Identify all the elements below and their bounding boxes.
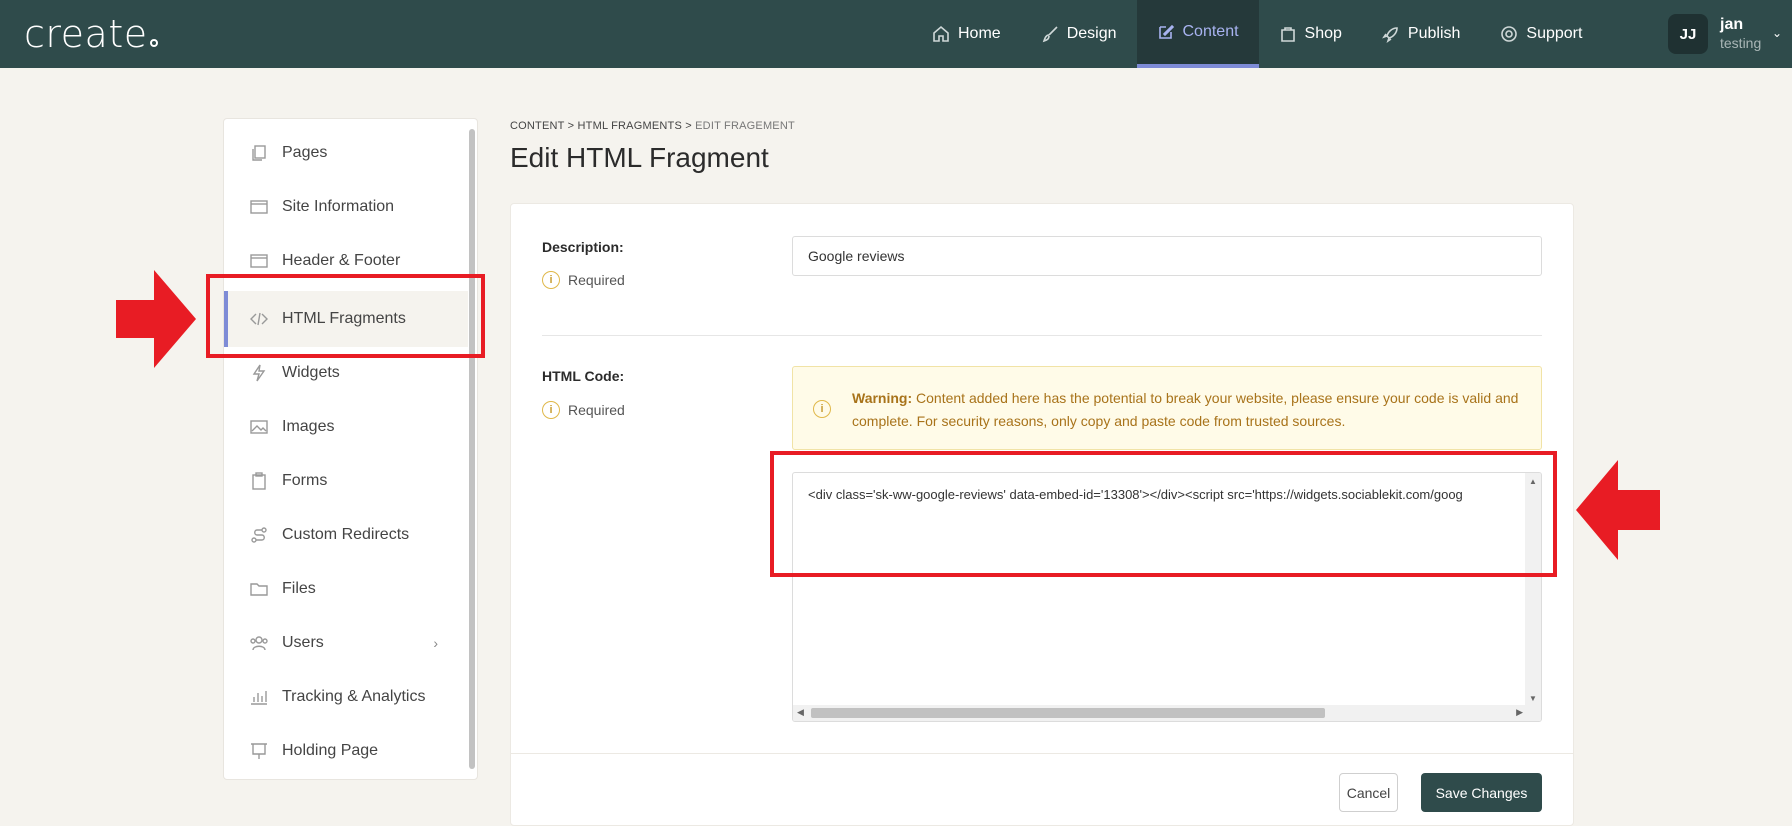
resize-handle-icon[interactable] bbox=[1525, 705, 1541, 721]
sidebar-item-label: Pages bbox=[282, 144, 328, 161]
clipboard-icon bbox=[252, 472, 266, 490]
arrow-right-icon bbox=[116, 270, 196, 368]
sidebar-item-forms[interactable]: Forms bbox=[224, 453, 468, 509]
info-icon: i bbox=[542, 401, 560, 419]
info-icon: i bbox=[813, 400, 831, 418]
breadcrumb-separator: > bbox=[567, 120, 575, 132]
nav-shop-label: Shop bbox=[1304, 25, 1342, 42]
sidebar-item-label: Widgets bbox=[282, 364, 340, 381]
avatar: JJ bbox=[1668, 14, 1708, 54]
annotation-highlight-box bbox=[770, 451, 1557, 577]
sidebar-item-label: Custom Redirects bbox=[282, 526, 410, 543]
divider bbox=[542, 335, 1542, 336]
sidebar-item-pages[interactable]: Pages bbox=[224, 125, 468, 181]
breadcrumb-html-fragments[interactable]: HTML FRAGMENTS bbox=[578, 120, 682, 132]
html-code-label: HTML Code: bbox=[542, 368, 625, 384]
sidebar-item-files[interactable]: Files bbox=[224, 561, 468, 617]
arrow-left-icon bbox=[1576, 460, 1660, 560]
lightning-icon bbox=[252, 364, 266, 382]
pages-icon bbox=[252, 145, 266, 161]
sidebar-item-custom-redirects[interactable]: Custom Redirects bbox=[224, 507, 468, 563]
scroll-left-icon[interactable]: ◀ bbox=[797, 707, 804, 718]
nav-content-label: Content bbox=[1182, 23, 1239, 40]
window-icon bbox=[250, 200, 268, 214]
logo[interactable]: create bbox=[24, 12, 158, 56]
sidebar-item-site-information[interactable]: Site Information bbox=[224, 179, 468, 235]
sidebar-item-label: Users bbox=[282, 634, 324, 651]
chevron-down-icon: ⌄ bbox=[1772, 26, 1783, 40]
top-navbar: create Home Design Content Shop Publish … bbox=[0, 0, 1792, 68]
sidebar-item-tracking-analytics[interactable]: Tracking & Analytics bbox=[224, 669, 468, 725]
scroll-thumb[interactable] bbox=[811, 708, 1325, 718]
info-icon: i bbox=[542, 271, 560, 289]
user-name: jan bbox=[1720, 16, 1744, 33]
sidebar-item-label: Files bbox=[282, 580, 316, 597]
save-changes-button[interactable]: Save Changes bbox=[1421, 773, 1542, 812]
nav-design[interactable]: Design bbox=[1021, 0, 1137, 68]
sidebar-item-label: Images bbox=[282, 418, 335, 435]
nav-shop[interactable]: Shop bbox=[1259, 0, 1362, 68]
html-code-required: i Required bbox=[542, 401, 625, 419]
bag-icon bbox=[1280, 27, 1295, 42]
sidebar-item-label: Tracking & Analytics bbox=[282, 688, 426, 705]
description-input[interactable] bbox=[792, 236, 1542, 276]
warning-body: Content added here has the potential to … bbox=[852, 390, 1519, 429]
breadcrumb-separator: > bbox=[685, 120, 692, 132]
breadcrumb-current: EDIT FRAGEMENT bbox=[695, 120, 795, 132]
description-required: i Required bbox=[542, 271, 625, 289]
window-icon bbox=[250, 254, 268, 268]
required-text: Required bbox=[568, 272, 625, 288]
home-icon bbox=[933, 25, 949, 42]
required-text: Required bbox=[568, 402, 625, 418]
nav-design-label: Design bbox=[1066, 25, 1117, 42]
nav-publish[interactable]: Publish bbox=[1362, 0, 1480, 68]
easel-icon bbox=[251, 743, 267, 759]
rocket-icon bbox=[1381, 27, 1398, 43]
chart-icon bbox=[251, 691, 267, 705]
scroll-down-icon[interactable]: ▼ bbox=[1529, 694, 1537, 703]
cancel-button[interactable]: Cancel bbox=[1339, 773, 1398, 812]
user-site: testing bbox=[1720, 35, 1762, 51]
warning-text: Warning: Content added here has the pote… bbox=[852, 387, 1522, 433]
nav-publish-label: Publish bbox=[1407, 25, 1461, 42]
horizontal-scrollbar[interactable]: ◀ ▶ bbox=[793, 705, 1527, 721]
sidebar-item-users[interactable]: Users › bbox=[224, 615, 468, 671]
brush-icon bbox=[1042, 26, 1058, 43]
route-icon bbox=[251, 527, 267, 543]
sidebar-item-label: Header & Footer bbox=[282, 252, 401, 269]
breadcrumb: CONTENT > HTML FRAGMENTS > EDIT FRAGEMEN… bbox=[510, 120, 795, 132]
image-icon bbox=[250, 420, 268, 434]
sidebar-item-label: Site Information bbox=[282, 198, 395, 215]
chevron-right-icon: › bbox=[433, 635, 438, 651]
page-title: Edit HTML Fragment bbox=[510, 142, 769, 173]
sidebar-item-holding-page[interactable]: Holding Page bbox=[224, 723, 468, 779]
edit-icon bbox=[1158, 24, 1174, 39]
breadcrumb-content[interactable]: CONTENT bbox=[510, 120, 564, 132]
nav-home[interactable]: Home bbox=[912, 0, 1021, 68]
nav-support[interactable]: Support bbox=[1480, 0, 1602, 68]
main-nav: Home Design Content Shop Publish Support bbox=[912, 0, 1602, 68]
sidebar-item-label: Holding Page bbox=[282, 742, 379, 759]
lifebuoy-icon bbox=[1501, 26, 1518, 42]
folder-icon bbox=[250, 583, 268, 596]
user-menu[interactable]: JJ jan testing ⌄ bbox=[1668, 14, 1782, 54]
scroll-right-icon[interactable]: ▶ bbox=[1516, 707, 1523, 718]
users-icon bbox=[250, 636, 268, 651]
footer-divider bbox=[510, 753, 1574, 754]
warning-title: Warning: bbox=[852, 390, 913, 406]
sidebar-item-images[interactable]: Images bbox=[224, 399, 468, 455]
sidebar: Pages Site Information Header & Footer H… bbox=[223, 118, 478, 780]
warning-alert: i Warning: Content added here has the po… bbox=[792, 366, 1542, 450]
sidebar-item-label: Forms bbox=[282, 472, 328, 489]
nav-content[interactable]: Content bbox=[1136, 0, 1259, 68]
annotation-highlight-box bbox=[206, 274, 485, 358]
nav-home-label: Home bbox=[958, 25, 1001, 42]
sidebar-scrollbar[interactable] bbox=[469, 129, 475, 769]
description-label: Description: bbox=[542, 239, 624, 255]
nav-support-label: Support bbox=[1526, 25, 1583, 42]
